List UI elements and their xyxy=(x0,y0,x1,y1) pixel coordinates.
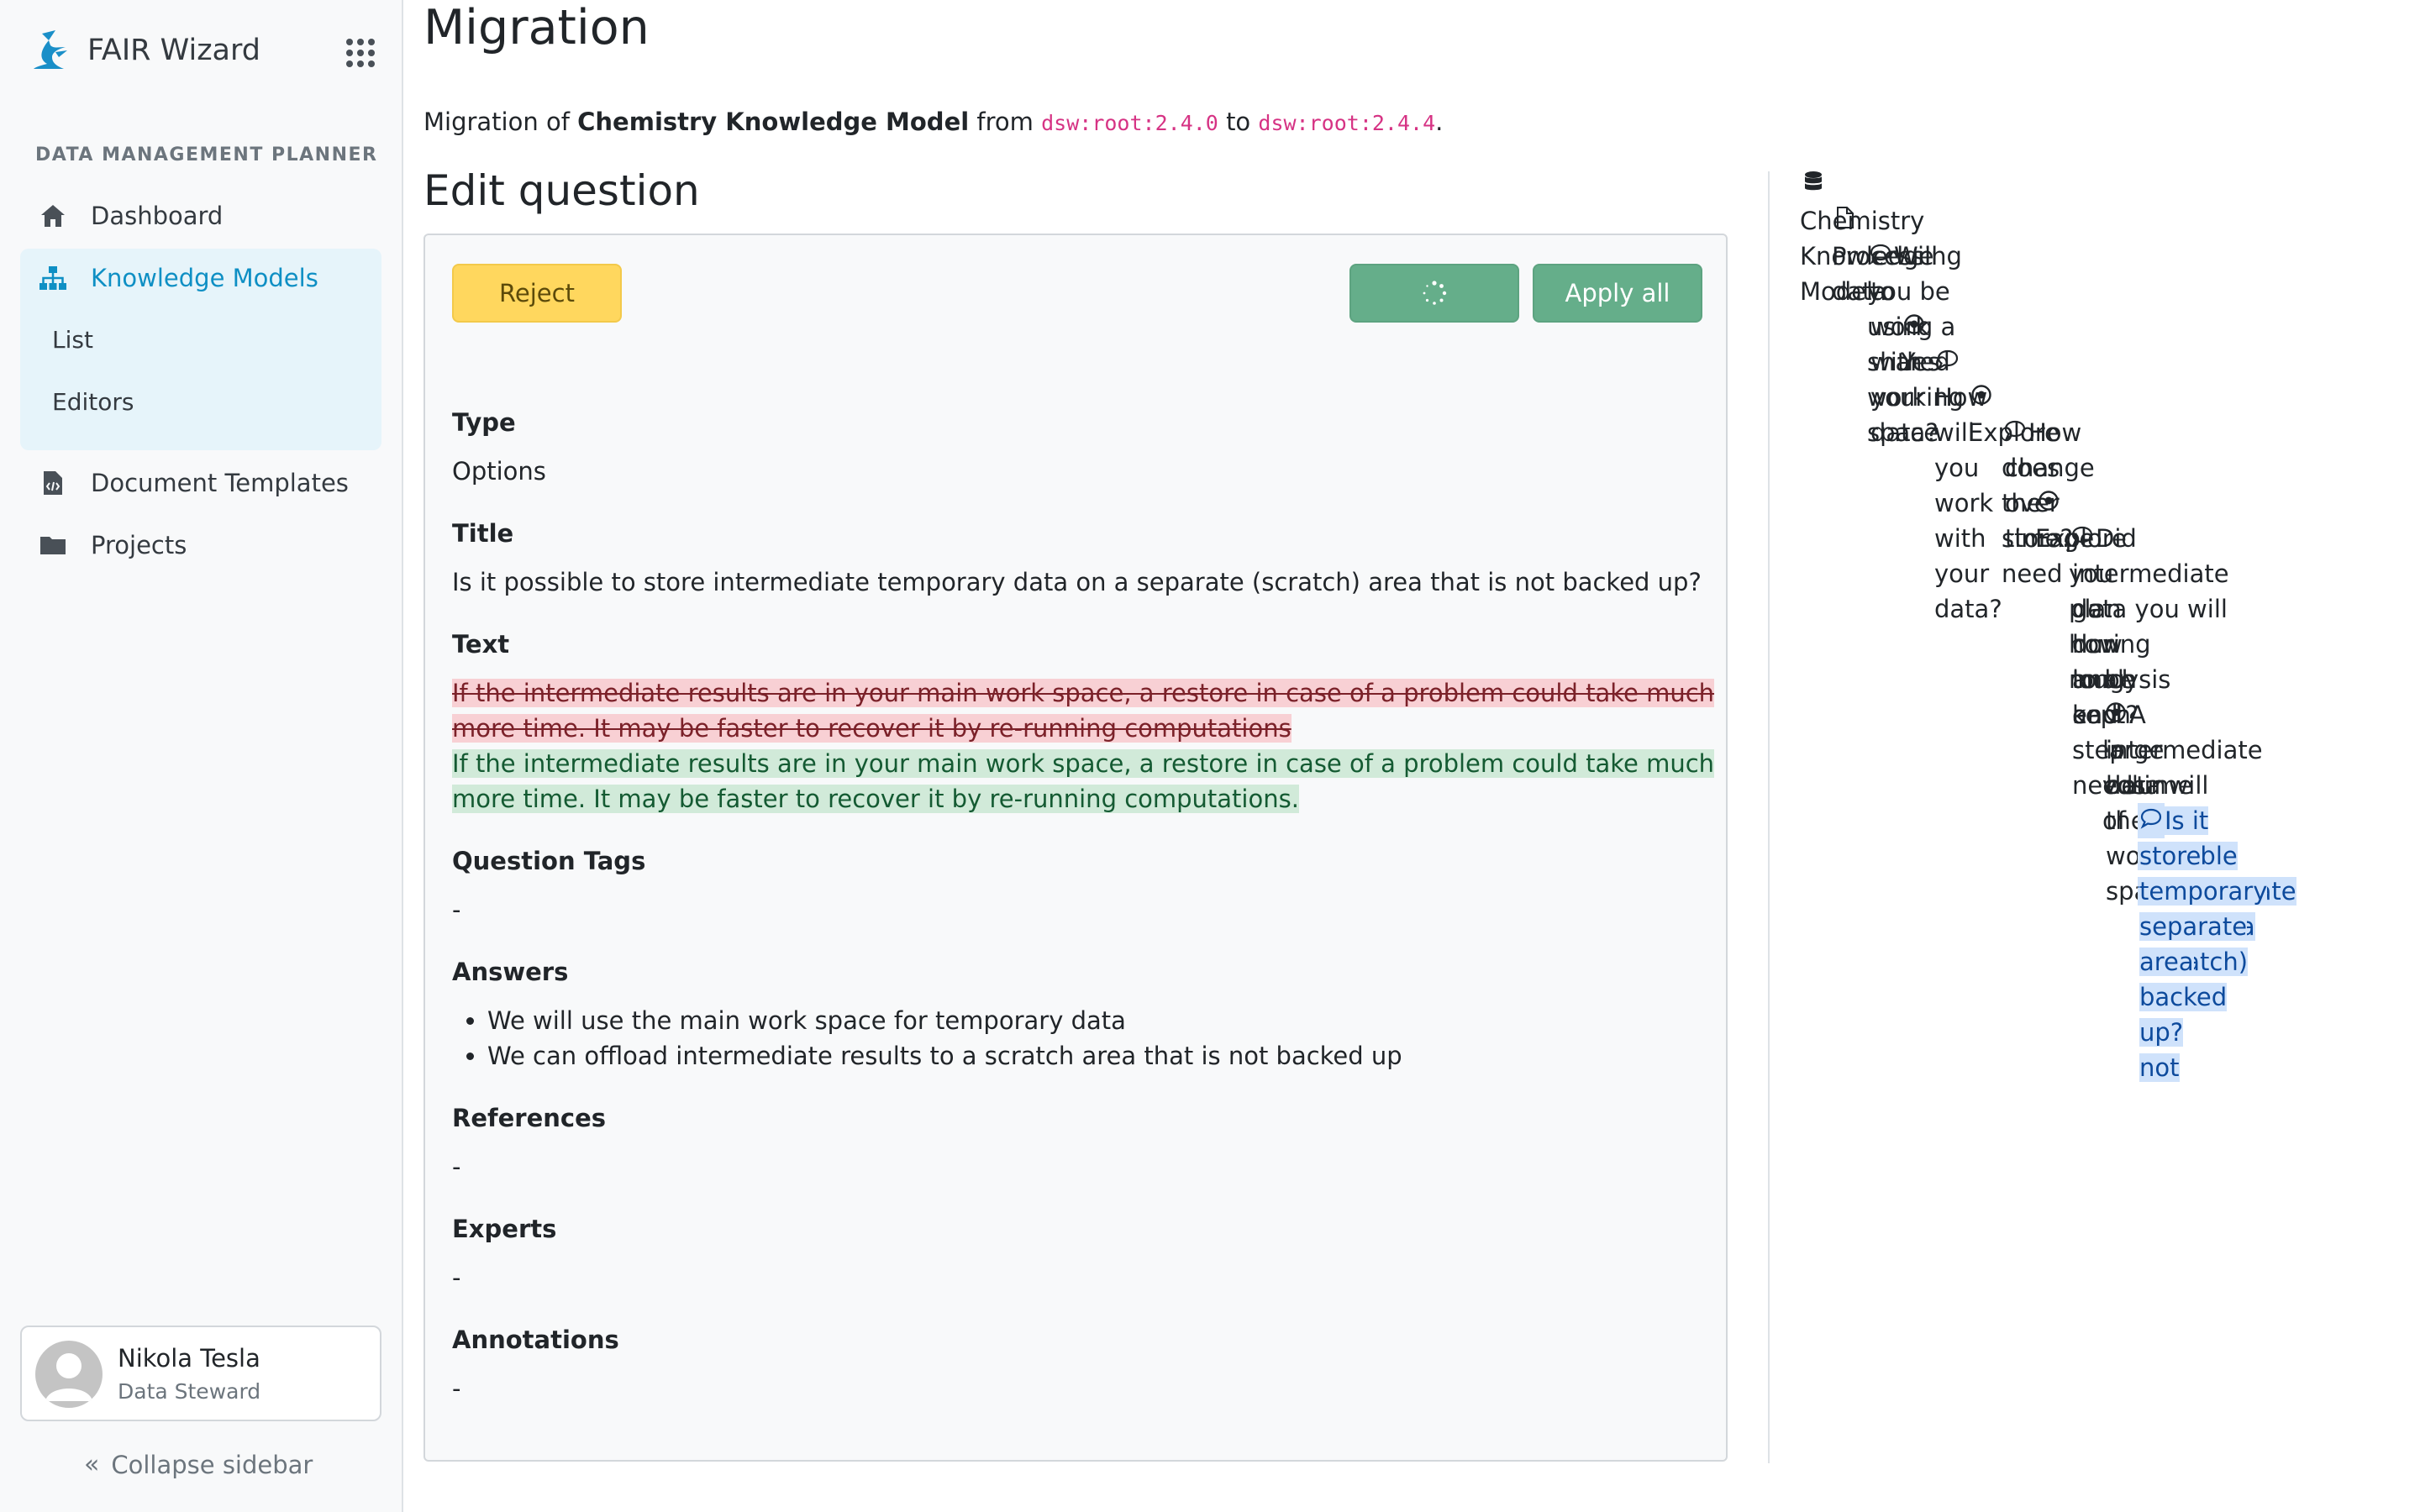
list-item: We can offload intermediate results to a… xyxy=(487,1038,1402,1074)
from-version-id: dsw:root:2.4.0 xyxy=(1041,111,1218,135)
type-label: Type xyxy=(452,408,516,437)
section-title: Edit question xyxy=(424,166,700,215)
app-switcher-grid-icon[interactable] xyxy=(346,39,375,67)
migration-suffix: . xyxy=(1435,108,1444,136)
collapse-sidebar-label: Collapse sidebar xyxy=(111,1450,313,1479)
reject-button[interactable]: Reject xyxy=(452,264,622,323)
comment-icon xyxy=(2069,521,2096,556)
title-label: Title xyxy=(452,519,514,548)
tree-node-label-continued: backed up? xyxy=(2139,979,2228,1050)
experts-label: Experts xyxy=(452,1215,557,1243)
dot-circle-icon xyxy=(2035,486,2062,521)
loading-spinner-icon xyxy=(1423,281,1447,305)
double-chevron-left-icon: « xyxy=(84,1450,100,1479)
comment-icon xyxy=(2002,415,2028,450)
user-role: Data Steward xyxy=(118,1379,261,1404)
collapse-sidebar-button[interactable]: « Collapse sidebar xyxy=(84,1450,313,1479)
list-item: We will use the main work space for temp… xyxy=(487,1003,1402,1038)
migration-prefix: Migration of xyxy=(424,108,570,136)
apply-button-loading[interactable] xyxy=(1349,264,1519,323)
sidebar-item-label: Dashboard xyxy=(91,202,224,230)
sidebar-item-label: Knowledge Models xyxy=(91,264,318,292)
question-tags-value: - xyxy=(452,895,461,924)
sidebar-item-knowledge-models[interactable]: Knowledge Models xyxy=(20,249,381,307)
migration-change-card: Reject Apply all Type Options Title Is i… xyxy=(424,234,1728,1462)
answers-list: We will use the main work space for temp… xyxy=(477,1003,1402,1074)
type-value: Options xyxy=(452,457,546,486)
page-title: Migration xyxy=(424,0,650,55)
avatar xyxy=(35,1341,103,1408)
text-added-line: more time. It may be faster to recover i… xyxy=(452,785,1299,813)
sidebar-item-dashboard[interactable]: Dashboard xyxy=(20,186,381,245)
question-tags-label: Question Tags xyxy=(452,847,646,875)
sidebar: FAIR Wizard DATA MANAGEMENT PLANNER Dash… xyxy=(0,0,403,1512)
knowledge-models-group: Knowledge Models List Editors xyxy=(20,249,381,450)
migration-from-label: from xyxy=(976,108,1034,136)
text-diff: If the intermediate results are in your … xyxy=(452,675,1715,816)
migration-description: Migration of Chemistry Knowledge Model f… xyxy=(424,108,1443,136)
annotations-value: - xyxy=(452,1374,461,1403)
experts-value: - xyxy=(452,1263,461,1292)
title-value: Is it possible to store intermediate tem… xyxy=(452,568,1702,596)
brand[interactable]: FAIR Wizard xyxy=(30,25,260,76)
sidebar-item-projects[interactable]: Projects xyxy=(20,516,381,575)
user-name: Nikola Tesla xyxy=(118,1344,260,1373)
database-icon xyxy=(1800,168,1827,203)
text-removed-line: If the intermediate results are in your … xyxy=(452,679,1715,707)
fair-wizard-logo-icon xyxy=(34,30,67,69)
text-label: Text xyxy=(452,630,510,659)
file-code-icon xyxy=(39,469,67,497)
column-divider xyxy=(1768,171,1770,1463)
sidebar-item-label: Document Templates xyxy=(91,469,349,497)
references-value: - xyxy=(452,1152,461,1181)
file-icon xyxy=(1832,203,1859,239)
annotations-label: Annotations xyxy=(452,1326,619,1354)
tree-node-label: backed up? xyxy=(2139,983,2228,1047)
knowledge-model-name: Chemistry Knowledge Model xyxy=(577,108,970,136)
sidebar-item-document-templates[interactable]: Document Templates xyxy=(20,454,381,512)
text-added-line: If the intermediate results are in your … xyxy=(452,749,1715,778)
apply-all-button[interactable]: Apply all xyxy=(1533,264,1702,323)
sidebar-subitem-list[interactable]: List xyxy=(52,314,93,365)
text-removed-line: more time. It may be faster to recover i… xyxy=(452,714,1292,743)
user-profile-card[interactable]: Nikola Tesla Data Steward xyxy=(20,1326,381,1421)
app-name: FAIR Wizard xyxy=(87,34,261,67)
dot-circle-icon xyxy=(1968,380,1995,415)
migration-to-label: to xyxy=(1226,108,1251,136)
folder-icon xyxy=(39,531,67,559)
comment-icon xyxy=(1867,239,1894,274)
references-label: References xyxy=(452,1104,607,1132)
sidebar-item-label: Projects xyxy=(91,531,187,559)
sitemap-icon xyxy=(39,264,67,292)
dot-circle-icon xyxy=(1901,309,1928,344)
home-icon xyxy=(39,202,67,230)
sidebar-subitem-editors[interactable]: Editors xyxy=(52,376,134,427)
to-version-id: dsw:root:2.4.4 xyxy=(1258,111,1436,135)
comment-icon xyxy=(1934,344,1961,380)
dot-circle-icon xyxy=(2102,697,2129,732)
comment-icon xyxy=(2138,803,2165,838)
answers-label: Answers xyxy=(452,958,569,986)
sidebar-section-title: DATA MANAGEMENT PLANNER xyxy=(35,144,378,165)
